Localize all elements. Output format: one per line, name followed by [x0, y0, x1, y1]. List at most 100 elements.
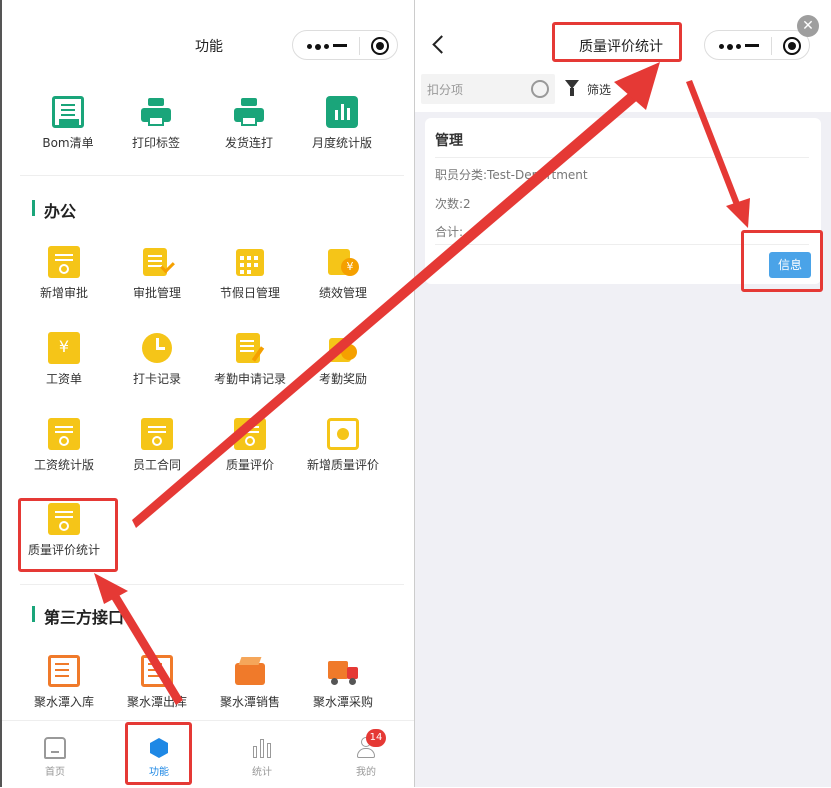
bar-chart-icon — [251, 737, 273, 759]
minimize-icon[interactable] — [333, 44, 347, 47]
grid-item-clock-in-records[interactable]: 打卡记录 — [111, 332, 203, 387]
grid-item-label: 聚水潭出库 — [126, 695, 187, 709]
tab-label: 首页 — [45, 767, 65, 778]
grid-item-label: Bom清单 — [42, 136, 94, 150]
section-title-office: 办公 — [44, 202, 77, 221]
section-accent-bar — [32, 200, 35, 216]
annotation-highlight-box — [18, 498, 118, 572]
grid-item-performance-management[interactable]: ¥ 绩效管理 — [297, 246, 389, 301]
grid-item-label: 工资单 — [45, 372, 82, 386]
tab-mine[interactable]: 我的 — [336, 737, 396, 778]
left-phone-screen: 功能 Bom清单 打印标签 发货连打 月度统计版 办公 新增审批 审批管理 节假… — [0, 0, 414, 788]
card-title: 管理 — [435, 133, 463, 149]
notification-badge: 14 — [366, 729, 386, 747]
grid-item-salary-stats[interactable]: 工资统计版 — [18, 418, 110, 473]
annotation-highlight-box — [741, 230, 823, 292]
grid-item-bom[interactable]: Bom清单 — [22, 96, 114, 151]
miniprogram-capsule[interactable] — [704, 30, 810, 60]
document-icon — [234, 418, 266, 450]
grid-item-label: 员工合同 — [132, 458, 181, 472]
money-stack-icon: ¥ — [327, 246, 359, 278]
grid-item-payslip[interactable]: ¥ 工资单 — [18, 332, 110, 387]
scan-icon — [327, 418, 359, 450]
annotation-highlight-box — [552, 22, 682, 62]
bom-icon — [52, 96, 84, 128]
grid-item-jst-sales[interactable]: 聚水潭销售 — [204, 655, 296, 710]
grid-item-label: 聚水潭采购 — [312, 695, 373, 709]
grid-item-quality-evaluation[interactable]: 质量评价 — [204, 418, 296, 473]
tab-home[interactable]: 首页 — [25, 737, 85, 778]
filter-bar: 扣分项 筛选 — [415, 68, 831, 112]
grid-item-label: 审批管理 — [132, 286, 181, 300]
right-phone-screen: 质量评价统计 ✕ 扣分项 筛选 管理 职员分类:Test-Department … — [414, 0, 831, 787]
search-input[interactable]: 扣分项 — [421, 74, 555, 104]
grid-item-jst-purchase[interactable]: 聚水潭采购 — [297, 655, 389, 710]
more-icon[interactable] — [307, 43, 329, 50]
printer-icon — [233, 96, 265, 128]
tab-label: 统计 — [252, 767, 272, 778]
grid-item-holiday-management[interactable]: 节假日管理 — [204, 246, 296, 301]
grid-item-batch-print[interactable]: 发货连打 — [203, 96, 295, 151]
grid-item-label: 节假日管理 — [219, 286, 280, 300]
close-window-icon[interactable]: ✕ — [797, 15, 819, 37]
bar-chart-icon — [326, 96, 358, 128]
annotation-highlight-box — [125, 722, 192, 785]
close-miniprogram-icon[interactable] — [371, 37, 389, 55]
calendar-icon — [234, 246, 266, 278]
capsule-divider — [359, 37, 360, 55]
grid-item-label: 考勤奖励 — [318, 372, 367, 386]
total-value: 合计: — [435, 225, 464, 239]
grid-item-label: 工资统计版 — [33, 458, 94, 472]
section-divider — [20, 584, 404, 585]
search-placeholder: 扣分项 — [427, 83, 464, 97]
grid-item-label: 聚水潭入库 — [33, 695, 94, 709]
grid-item-label: 考勤申请记录 — [213, 372, 286, 386]
grid-item-label: 打卡记录 — [132, 372, 181, 386]
grid-item-attendance-rewards[interactable]: 考勤奖励 — [297, 332, 389, 387]
printer-icon — [140, 96, 172, 128]
grid-item-label: 新增审批 — [39, 286, 88, 300]
truck-icon — [327, 655, 359, 687]
grid-item-label: 月度统计版 — [311, 136, 372, 150]
employee-category: 职员分类:Test-Department — [435, 168, 588, 182]
document-icon — [141, 418, 173, 450]
count-value: 次数:2 — [435, 197, 471, 211]
grid-item-approval-management[interactable]: 审批管理 — [111, 246, 203, 301]
grid-item-label: 打印标签 — [131, 136, 180, 150]
grid-item-jst-inbound[interactable]: 聚水潭入库 — [18, 655, 110, 710]
payslip-icon: ¥ — [48, 332, 80, 364]
grid-item-label: 发货连打 — [224, 136, 273, 150]
tab-label: 我的 — [356, 767, 376, 778]
document-icon — [48, 418, 80, 450]
tab-statistics[interactable]: 统计 — [232, 737, 292, 778]
grid-item-monthly-stats[interactable]: 月度统计版 — [296, 96, 388, 151]
grid-item-new-approval[interactable]: 新增审批 — [18, 246, 110, 301]
filter-icon[interactable] — [565, 80, 581, 96]
home-icon — [44, 737, 66, 759]
close-miniprogram-icon[interactable] — [783, 37, 801, 55]
checklist-icon — [141, 246, 175, 278]
back-arrow-icon[interactable] — [432, 35, 451, 54]
clock-icon — [141, 332, 173, 364]
grid-item-employee-contract[interactable]: 员工合同 — [111, 418, 203, 473]
navigation-bar: 质量评价统计 ✕ — [415, 0, 831, 68]
reward-icon — [327, 332, 359, 364]
sales-icon — [234, 655, 266, 687]
outbound-icon — [141, 655, 173, 687]
document-icon — [48, 246, 80, 278]
grid-item-print-label[interactable]: 打印标签 — [110, 96, 202, 151]
grid-item-new-quality-evaluation[interactable]: 新增质量评价 — [297, 418, 389, 473]
section-title-third-party: 第三方接口 — [44, 608, 125, 627]
grid-item-jst-outbound[interactable]: 聚水潭出库 — [111, 655, 203, 710]
capsule-divider — [771, 37, 772, 55]
grid-item-label: 新增质量评价 — [306, 458, 379, 472]
grid-item-label: 绩效管理 — [318, 286, 367, 300]
miniprogram-capsule[interactable] — [292, 30, 398, 60]
search-icon[interactable] — [531, 80, 549, 98]
grid-item-attendance-requests[interactable]: 考勤申请记录 — [204, 332, 296, 387]
grid-item-label: 质量评价 — [225, 458, 274, 472]
more-icon[interactable] — [719, 43, 741, 50]
section-accent-bar — [32, 606, 35, 622]
filter-label[interactable]: 筛选 — [587, 81, 611, 98]
minimize-icon[interactable] — [745, 44, 759, 47]
